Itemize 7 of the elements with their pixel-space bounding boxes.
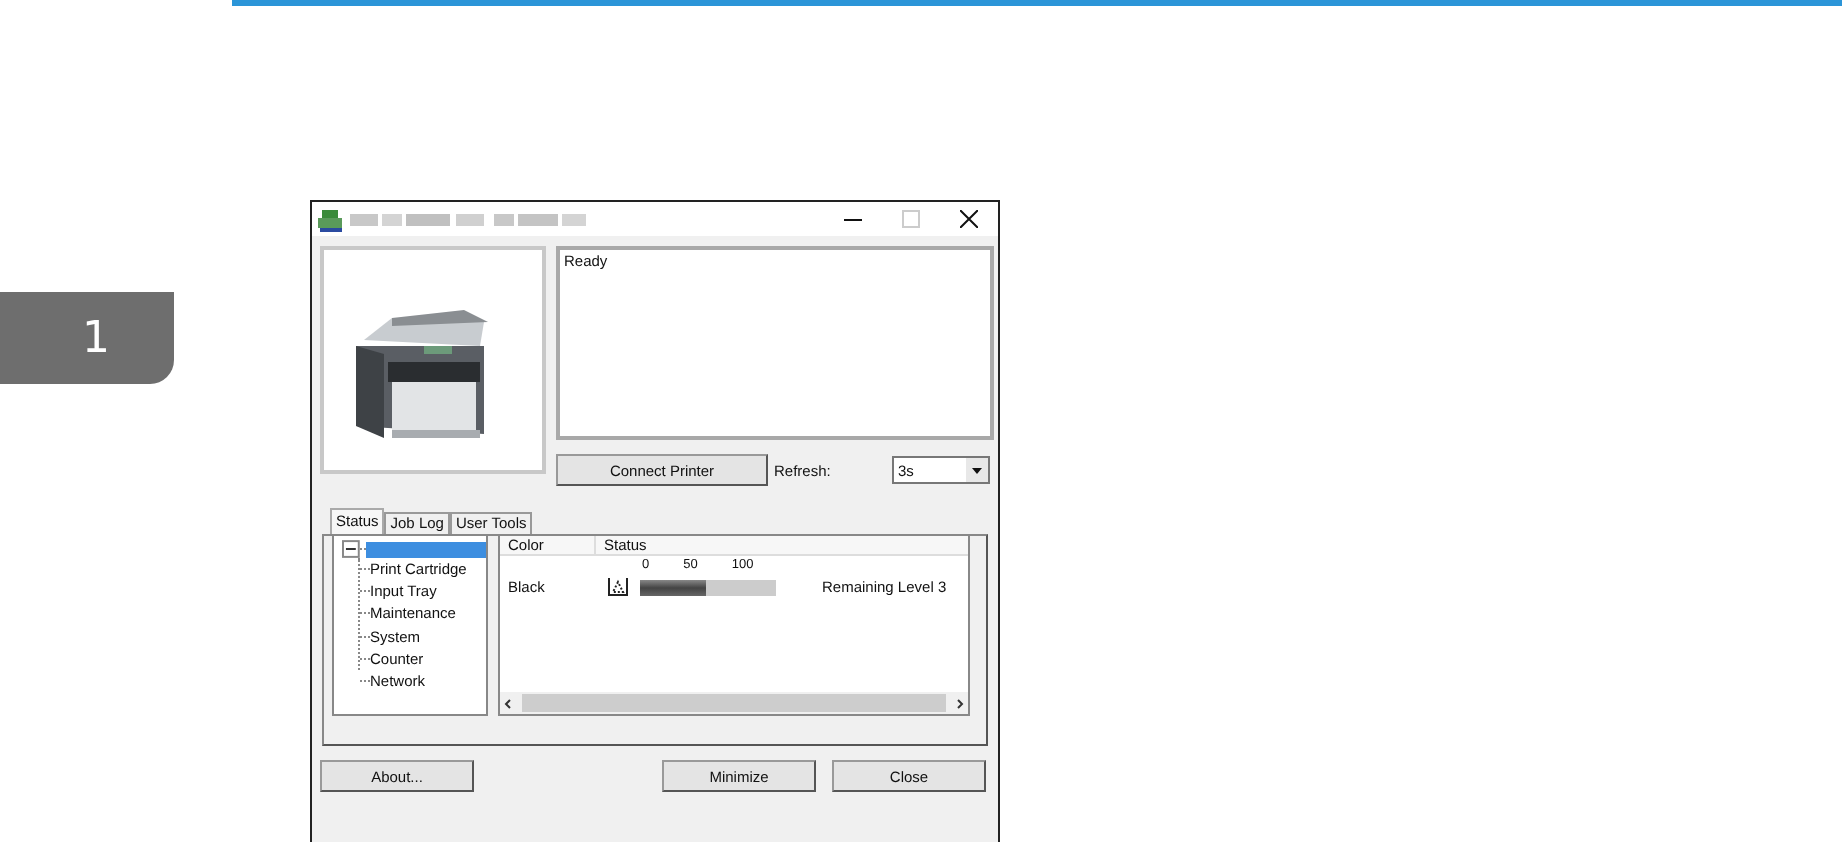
toner-icon [608,578,628,596]
scroll-right-icon[interactable] [952,693,968,713]
horizontal-scrollbar[interactable] [500,692,968,714]
collapse-icon[interactable] [342,540,360,558]
close-icon[interactable] [960,210,978,228]
scroll-left-icon[interactable] [500,693,516,713]
printer-icon [318,207,344,231]
